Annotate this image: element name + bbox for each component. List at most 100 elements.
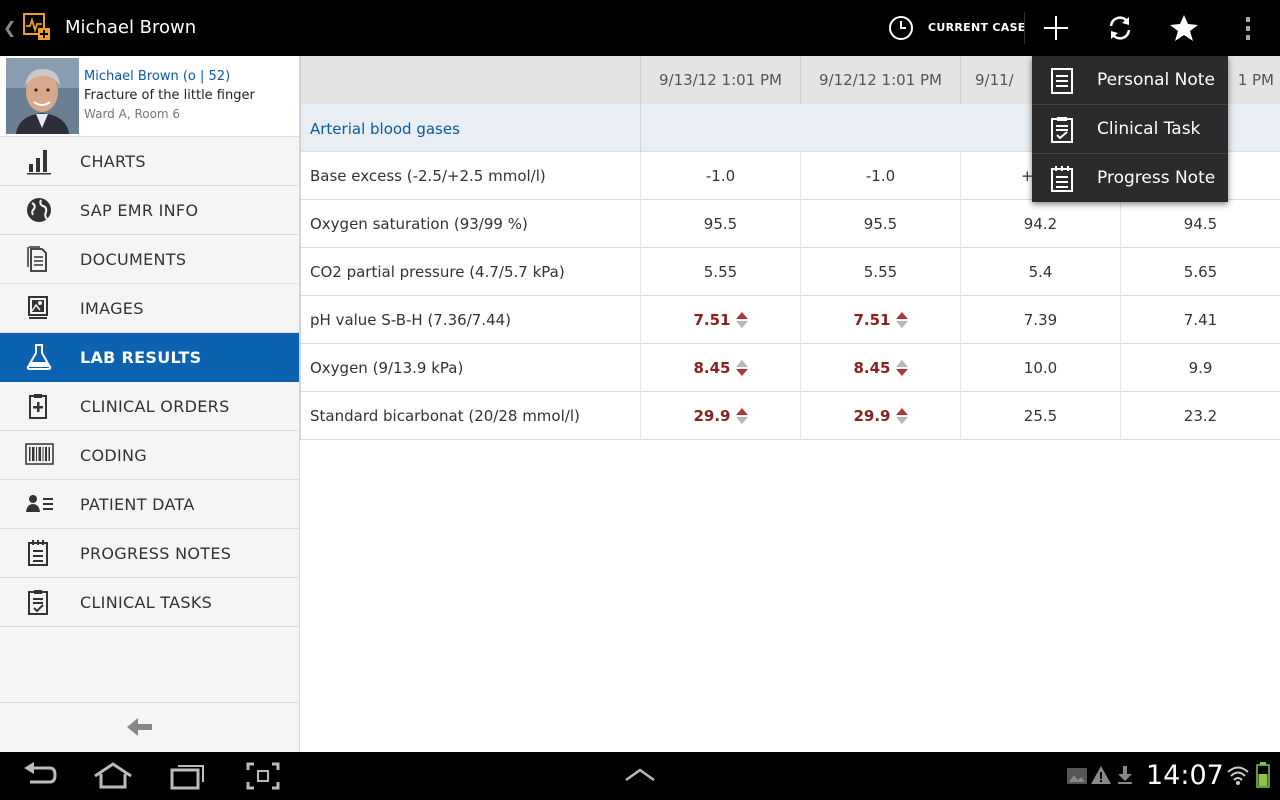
sidebar-footer (0, 702, 299, 752)
result-cell[interactable]: 29.9 (640, 392, 800, 440)
result-cell[interactable]: 7.51 (640, 296, 800, 344)
table-row[interactable]: Standard bicarbonat (20/28 mmol/l) 29.9 29… (300, 392, 1280, 440)
battery-icon (1256, 762, 1270, 788)
sidebar-item-clinical-tasks[interactable]: CLINICAL TASKS (0, 578, 299, 627)
sidebar-item-progress-notes[interactable]: PROGRESS NOTES (0, 529, 299, 578)
add-popup-menu: Personal Note Clinical Task Progress Not… (1032, 56, 1228, 202)
menu-item-label: Clinical Task (1097, 119, 1201, 139)
patient-card[interactable]: Michael Brown (o | 52) Fracture of the l… (0, 56, 299, 137)
column-header[interactable]: 9/12/12 1:01 PM (800, 56, 960, 104)
group-label: Arterial blood gases (310, 120, 460, 138)
flask-icon (25, 343, 55, 371)
result-cell[interactable]: 5.55 (800, 248, 960, 296)
patient-diagnosis: Fracture of the little finger (84, 88, 255, 103)
result-value: 7.51 (693, 311, 731, 329)
recent-apps-icon[interactable] (170, 762, 206, 790)
back-chevron-icon[interactable]: ❮ (3, 18, 16, 37)
sidebar-item-patient-data[interactable]: PATIENT DATA (0, 480, 299, 529)
screenshot-icon[interactable] (246, 762, 280, 790)
result-cell[interactable]: 95.5 (800, 200, 960, 248)
result-value: 23.2 (1183, 407, 1218, 425)
result-value: -1.0 (705, 167, 736, 185)
result-cell[interactable]: -1.0 (640, 152, 800, 200)
menu-item-progress-note[interactable]: Progress Note (1032, 154, 1228, 202)
column-header[interactable]: 9/13/12 1:01 PM (640, 56, 800, 104)
back-icon[interactable] (22, 762, 58, 790)
result-value: 7.41 (1183, 311, 1218, 329)
result-value: 5.4 (1028, 263, 1053, 281)
result-cell[interactable]: 10.0 (960, 344, 1120, 392)
clock-icon[interactable] (888, 15, 914, 41)
result-cell[interactable]: 8.45 (800, 344, 960, 392)
sidebar-item-lab-results[interactable]: LAB RESULTS (0, 333, 299, 382)
clipboard-plus-icon (25, 392, 55, 420)
note-icon (1050, 67, 1074, 95)
clock-time: 14:07 (1146, 760, 1224, 791)
menu-item-clinical-task[interactable]: Clinical Task (1032, 105, 1228, 154)
result-cell[interactable]: 94.2 (960, 200, 1120, 248)
warning-icon (1090, 765, 1112, 785)
plus-icon[interactable] (1040, 12, 1072, 44)
collapse-arrow-icon[interactable] (127, 718, 153, 736)
sidebar-item-images[interactable]: IMAGES (0, 284, 299, 333)
result-cell[interactable]: 5.4 (960, 248, 1120, 296)
documents-icon (25, 245, 55, 273)
row-label: Oxygen saturation (93/99 %) (310, 215, 528, 233)
result-value: 29.9 (693, 407, 731, 425)
result-cell[interactable]: 9.9 (1120, 344, 1280, 392)
action-bar: ❮ Michael Brown CURRENT CASE (0, 0, 1280, 56)
sidebar-item-coding[interactable]: CODING (0, 431, 299, 480)
download-icon (1116, 765, 1134, 785)
result-cell[interactable]: -1.0 (800, 152, 960, 200)
sidebar-item-label: IMAGES (80, 299, 144, 318)
menu-item-personal-note[interactable]: Personal Note (1032, 56, 1228, 105)
system-navigation-bar: 14:07 (0, 752, 1280, 800)
patient-name[interactable]: Michael Brown (o | 52) (84, 69, 230, 84)
result-value: 94.2 (1023, 215, 1058, 233)
result-cell[interactable]: 5.55 (640, 248, 800, 296)
sidebar-item-label: PATIENT DATA (80, 495, 195, 514)
star-icon[interactable] (1168, 12, 1200, 44)
task-icon (1050, 116, 1074, 144)
clipboard-check-icon (25, 588, 55, 616)
table-row[interactable]: CO2 partial pressure (4.7/5.7 kPa) 5.55 5.… (300, 248, 1280, 296)
sidebar-item-label: PROGRESS NOTES (80, 544, 232, 563)
sidebar: Michael Brown (o | 52) Fracture of the l… (0, 56, 300, 752)
result-value: 5.55 (703, 263, 738, 281)
result-value: 5.55 (863, 263, 898, 281)
result-cell[interactable]: 5.65 (1120, 248, 1280, 296)
table-row[interactable]: Oxygen saturation (93/99 %) 95.5 95.5 94.2 9… (300, 200, 1280, 248)
refresh-icon[interactable] (1104, 12, 1136, 44)
table-row[interactable]: Oxygen (9/13.9 kPa) 8.45 8.45 10.0 9.9 (300, 344, 1280, 392)
result-cell[interactable]: 8.45 (640, 344, 800, 392)
app-logo-icon[interactable] (22, 12, 52, 42)
sidebar-item-sap-emr-info[interactable]: SAP EMR INFO (0, 186, 299, 235)
up-chevron-icon[interactable] (624, 768, 656, 782)
result-value: 7.39 (1023, 311, 1058, 329)
current-case-button[interactable]: CURRENT CASE (928, 21, 1026, 34)
result-cell[interactable]: 25.5 (960, 392, 1120, 440)
result-cell[interactable]: 95.5 (640, 200, 800, 248)
result-cell[interactable]: 94.5 (1120, 200, 1280, 248)
result-cell[interactable]: 23.2 (1120, 392, 1280, 440)
result-value: 10.0 (1023, 359, 1058, 377)
result-cell[interactable]: 7.41 (1120, 296, 1280, 344)
overflow-icon[interactable] (1232, 12, 1264, 44)
person-list-icon (25, 490, 55, 518)
result-cell[interactable]: 7.39 (960, 296, 1120, 344)
sidebar-item-charts[interactable]: CHARTS (0, 137, 299, 186)
wifi-icon (1226, 764, 1250, 786)
sidebar-item-clinical-orders[interactable]: CLINICAL ORDERS (0, 382, 299, 431)
row-label: Standard bicarbonat (20/28 mmol/l) (310, 407, 580, 425)
result-cell[interactable]: 7.51 (800, 296, 960, 344)
home-icon[interactable] (93, 762, 133, 790)
sidebar-item-documents[interactable]: DOCUMENTS (0, 235, 299, 284)
result-cell[interactable]: 29.9 (800, 392, 960, 440)
result-value: 9.9 (1188, 359, 1213, 377)
bar-chart-icon (25, 147, 55, 175)
result-value: -1.0 (865, 167, 896, 185)
globe-icon (25, 196, 55, 224)
low-flag-icon (895, 360, 908, 376)
table-row[interactable]: pH value S-B-H (7.36/7.44) 7.51 7.51 7.39 7.… (300, 296, 1280, 344)
row-label: pH value S-B-H (7.36/7.44) (310, 311, 512, 329)
